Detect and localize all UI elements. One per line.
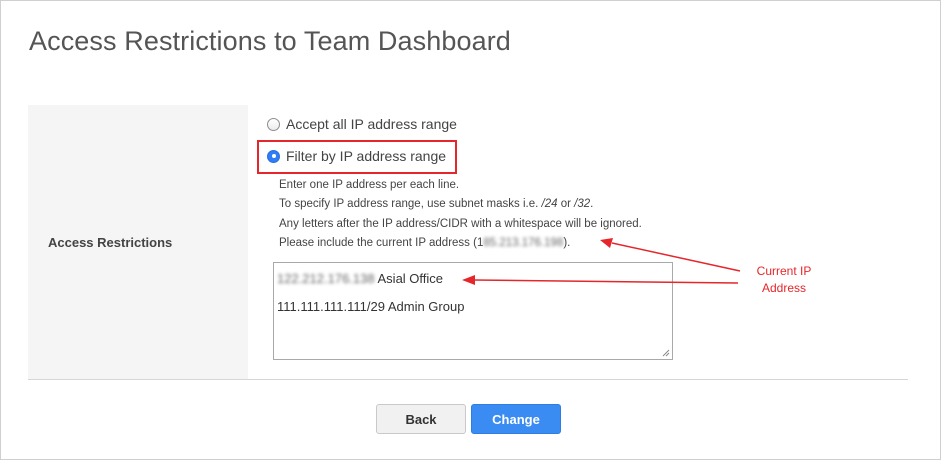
arrowhead-icon <box>600 238 613 248</box>
arrowhead-icon <box>462 275 475 285</box>
arrow-line-icon <box>611 242 741 272</box>
back-button[interactable]: Back <box>376 404 466 434</box>
change-button[interactable]: Change <box>471 404 561 434</box>
arrow-line-icon <box>473 279 739 284</box>
annotation-arrows <box>462 238 741 285</box>
